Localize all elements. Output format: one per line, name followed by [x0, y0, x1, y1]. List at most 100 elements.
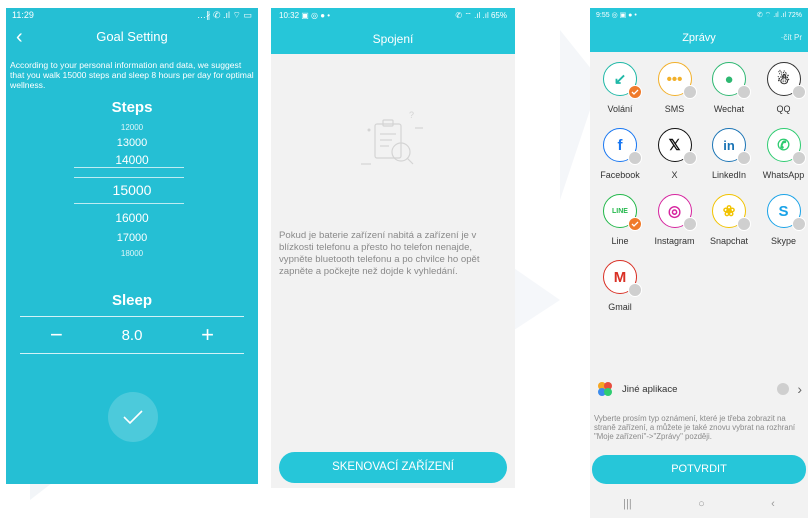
status-left: 10:32 ▣ ◎ ● • — [279, 11, 331, 20]
unchecked-badge-icon — [682, 85, 697, 99]
linkedin-icon: in — [712, 128, 751, 165]
app-label: Volání — [607, 104, 633, 114]
step-option[interactable]: 16000 — [6, 211, 258, 225]
sleep-heading: Sleep — [111, 292, 153, 309]
status-icons: …∦ ✆ .ıl ⌔ ▭ — [196, 10, 252, 20]
unchecked-badge-icon — [791, 151, 806, 165]
facebook-icon: f — [603, 128, 642, 165]
app-toggle-wechat[interactable]: ● Wechat — [701, 62, 757, 114]
line-icon: LINE — [603, 194, 642, 231]
status-right: ✆ ⌔ .ıl .ıl 72% — [756, 12, 802, 19]
app-toggle-instagram[interactable]: ◎ Instagram — [647, 194, 703, 246]
app-toggle-linkedin[interactable]: in LinkedIn — [701, 128, 757, 180]
sleep-stepper: − 8.0 + — [20, 316, 244, 354]
app-label: Snapchat — [709, 236, 749, 246]
sleep-value: 8.0 — [121, 326, 143, 344]
step-option[interactable]: 18000 — [6, 249, 258, 258]
qq-penguin-icon: ☃ — [766, 62, 806, 99]
status-left: 9:55 ◎ ▣ ● • — [596, 12, 637, 19]
connection-screen: 10:32 ▣ ◎ ● • ✆ ⌔ .ıl .ıl 65% Spojení ? … — [271, 8, 515, 488]
back-button[interactable]: ‹ — [771, 498, 775, 510]
instagram-icon: ◎ — [657, 194, 697, 231]
system-nav-bar: ||| ○ ‹ — [590, 494, 808, 514]
app-toggle-qq[interactable]: ☃ QQ — [756, 62, 808, 114]
apps-flower-icon — [598, 382, 612, 396]
unchecked-badge-icon — [628, 151, 642, 165]
header-action[interactable]: ·čít Pr — [781, 24, 802, 52]
scan-devices-button[interactable]: SKENOVACÍ ZAŘÍZENÍ — [279, 452, 507, 483]
svg-text:?: ? — [409, 110, 414, 120]
header: Zprávy ·čít Pr — [590, 24, 808, 52]
snapchat-icon: ❀ — [712, 194, 751, 231]
other-apps-row[interactable]: Jiné aplikace › — [590, 376, 808, 402]
recent-apps-button[interactable]: ||| — [623, 498, 632, 510]
app-label: WhatsApp — [762, 170, 805, 180]
scan-help-text: Pokud je baterie zařízení nabitá a zaříz… — [279, 230, 480, 277]
phone-call-icon: ↙ — [603, 62, 642, 99]
app-label: Facebook — [600, 170, 640, 180]
steps-heading: Steps — [111, 99, 153, 116]
chevron-right-icon[interactable]: › — [797, 381, 802, 397]
increase-sleep-button[interactable]: + — [201, 324, 214, 346]
app-label: Line — [611, 236, 629, 246]
app-toggle-snapchat[interactable]: ❀ Snapchat — [701, 194, 757, 246]
page-title: Goal Setting — [96, 29, 168, 44]
header: ‹ Goal Setting — [6, 22, 258, 52]
app-label: Gmail — [608, 302, 632, 312]
unchecked-badge-icon — [737, 151, 751, 165]
messages-screen: 9:55 ◎ ▣ ● • ✆ ⌔ .ıl .ıl 72% Zprávy ·čít… — [590, 8, 808, 518]
step-option[interactable]: 12000 — [6, 123, 258, 132]
picker-divider — [74, 203, 184, 204]
home-button[interactable]: ○ — [698, 498, 705, 510]
confirm-button[interactable]: POTVRDIT — [592, 455, 806, 484]
step-option[interactable]: 13000 — [6, 137, 258, 149]
status-bar: 11:29 …∦ ✆ .ıl ⌔ ▭ — [6, 8, 258, 22]
app-toggle-skype[interactable]: S Skype — [756, 194, 808, 246]
page-title: Zprávy — [682, 32, 716, 44]
app-label: X — [671, 170, 678, 180]
sms-icon: ••• — [657, 62, 697, 99]
gmail-icon: M — [603, 260, 642, 297]
checkmark-icon — [123, 410, 143, 425]
back-arrow-icon[interactable]: ‹ — [16, 22, 23, 52]
other-apps-label: Jiné aplikace — [622, 383, 678, 395]
status-right: ✆ ⌔ .ıl .ıl 65% — [455, 11, 507, 20]
confirm-button[interactable] — [108, 392, 158, 442]
app-toggle-gmail[interactable]: M Gmail — [592, 260, 648, 312]
picker-divider — [74, 167, 184, 168]
step-option[interactable]: 14000 — [6, 153, 258, 167]
app-toggle-facebook[interactable]: f Facebook — [592, 128, 648, 180]
checked-badge-icon — [628, 85, 642, 99]
whatsapp-icon: ✆ — [766, 128, 806, 165]
status-bar: 9:55 ◎ ▣ ● • ✆ ⌔ .ıl .ıl 72% — [590, 8, 808, 24]
app-toggle-line[interactable]: LINE Line — [592, 194, 648, 246]
unchecked-badge-icon — [791, 85, 806, 99]
wechat-icon: ● — [712, 62, 751, 99]
unchecked-badge-icon — [737, 85, 751, 99]
decrease-sleep-button[interactable]: − — [50, 324, 63, 346]
page-title: Spojení — [271, 24, 515, 54]
app-toggle-x[interactable]: 𝕏X — [647, 128, 703, 180]
goal-setting-screen: 11:29 …∦ ✆ .ıl ⌔ ▭ ‹ Goal Setting Accord… — [6, 8, 258, 484]
picker-divider — [74, 177, 184, 178]
unchecked-badge-icon — [628, 283, 642, 297]
status-time: 11:29 — [12, 10, 34, 20]
search-device-illustration-icon: ? — [361, 110, 423, 165]
skype-icon: S — [766, 194, 806, 231]
app-toggle-sms[interactable]: ••• SMS — [647, 62, 703, 114]
x-icon: 𝕏 — [657, 128, 697, 165]
app-toggle-volání[interactable]: ↙ Volání — [592, 62, 648, 114]
checked-badge-icon — [628, 217, 642, 231]
app-label: SMS — [664, 104, 685, 114]
goal-intro-text: According to your personal information a… — [10, 60, 254, 90]
steps-picker[interactable]: 12000 13000 14000 15000 16000 17000 1800… — [6, 123, 258, 271]
unchecked-badge-icon — [682, 217, 697, 231]
app-label: Wechat — [713, 104, 745, 114]
step-option-selected[interactable]: 15000 — [6, 182, 258, 198]
unchecked-badge-icon — [682, 151, 697, 165]
step-option[interactable]: 17000 — [6, 232, 258, 244]
app-toggle-whatsapp[interactable]: ✆ WhatsApp — [756, 128, 808, 180]
app-label: Instagram — [654, 236, 695, 246]
status-bar: 10:32 ▣ ◎ ● • ✆ ⌔ .ıl .ıl 65% — [271, 8, 515, 24]
check-circle-icon[interactable] — [777, 383, 790, 395]
